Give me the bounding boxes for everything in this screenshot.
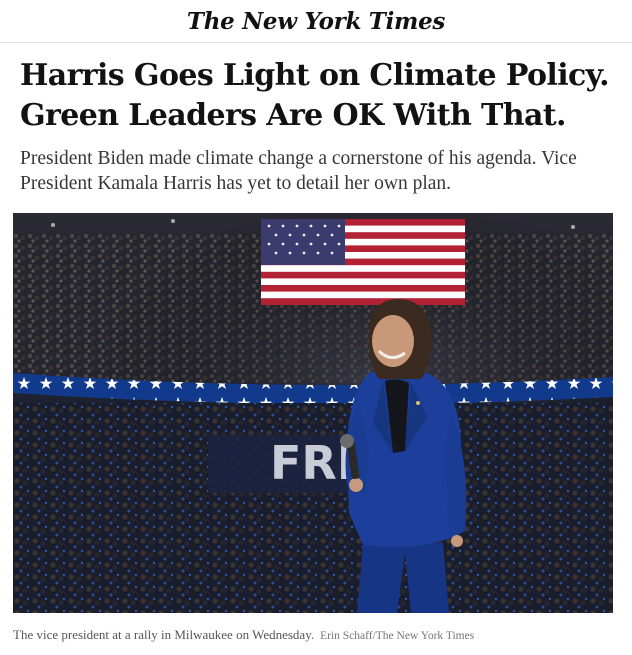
photo-credit: Erin Schaff/The New York Times [320,630,475,642]
headline-line-2: Green Leaders Are OK With That. [20,98,567,133]
american-flag [261,219,465,305]
masthead: The New York Times [0,0,632,43]
article-summary: President Biden made climate change a co… [20,148,577,194]
article-headline: Harris Goes Light on Climate Policy. Gre… [20,56,620,136]
caption-text: The vice president at a rally in Milwauk… [13,627,315,642]
rally-photo-illustration: FRE [13,213,613,613]
photo-caption: The vice president at a rally in Milwauk… [13,627,623,643]
lead-photo: FRE [13,213,613,613]
nyt-logo[interactable]: The New York Times [187,8,445,35]
headline-line-1: Harris Goes Light on Climate Policy. [20,58,610,93]
